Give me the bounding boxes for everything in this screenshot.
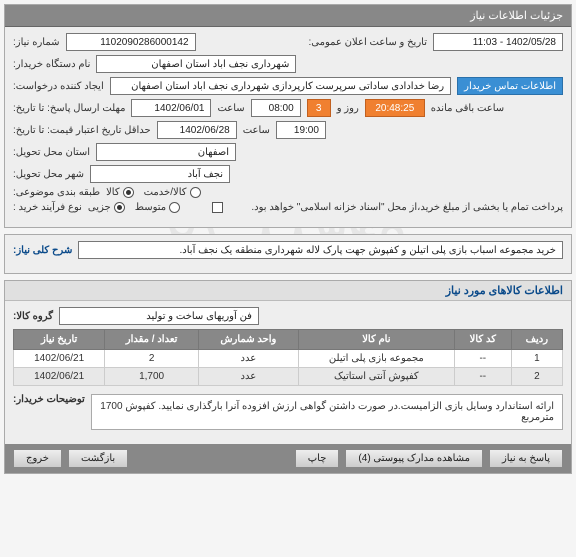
cell-qty: 1,700 (105, 368, 199, 386)
cell-date: 1402/06/21 (14, 350, 105, 368)
reqno-value: 1102090286000142 (66, 33, 196, 51)
group-label: گروه کالا: (13, 311, 53, 322)
cell-name: کفپوش آنتی استاتیک (298, 368, 454, 386)
response-end-date: 1402/06/01 (131, 99, 211, 117)
pubdate-label: تاریخ و ساعت اعلان عمومی: (309, 37, 428, 48)
province-label: استان محل تحویل: (13, 147, 90, 158)
col-row: ردیف (511, 330, 562, 350)
class-kala-text: کالا (106, 187, 120, 198)
pricevalid-label: حداقل تاریخ اعتبار قیمت: تا تاریخ: (13, 125, 151, 136)
summary-panel: شرح کلی نیاز: خرید مجموعه اسباب بازی پلی… (4, 234, 572, 274)
response-end-hour: 08:00 (251, 99, 301, 117)
city-label: شهر محل تحویل: (13, 169, 84, 180)
cell-code: -- (454, 350, 511, 368)
pricevalid-hour: 19:00 (276, 121, 326, 139)
cell-code: -- (454, 368, 511, 386)
creator-label: ایجاد کننده درخواست: (13, 81, 104, 92)
hour-label-1: ساعت (217, 103, 244, 114)
province-value: اصفهان (96, 143, 236, 161)
cell-name: مجموعه بازی پلی اتیلن (298, 350, 454, 368)
creator-value: رضا خدادادی ساداتی سرپرست کارپردازی شهرد… (110, 77, 451, 95)
items-panel: اطلاعات کالاهای مورد نیاز گروه کالا: فن … (4, 280, 572, 474)
summary-label: شرح کلی نیاز: (13, 245, 72, 256)
exit-button[interactable]: خروج (13, 449, 62, 468)
process-motavaset-radio[interactable]: متوسط (135, 202, 180, 213)
buyerdesc-value: ارائه استاندارد وسایل بازی الزامیست.در ص… (91, 394, 563, 430)
countdown-days: 3 (307, 99, 331, 117)
process-label: نوع فرآیند خرید : (13, 202, 82, 213)
col-code: کد کالا (454, 330, 511, 350)
footer-bar: پاسخ به نیاز مشاهده مدارک پیوستی (4) چاپ… (5, 444, 571, 473)
cell-unit: عدد (198, 368, 298, 386)
col-unit: واحد شمارش (198, 330, 298, 350)
panel-title: جزئیات اطلاعات نیاز (5, 5, 571, 27)
remain-label: ساعت باقی مانده (431, 103, 504, 114)
class-khedmat-text: کالا/خدمت (144, 187, 187, 198)
contact-button[interactable]: اطلاعات تماس خریدار (457, 77, 563, 95)
class-khedmat-radio[interactable]: کالا/خدمت (144, 187, 201, 198)
buyerdesc-label: توضیحات خریدار: (13, 394, 85, 405)
table-row[interactable]: 1--مجموعه بازی پلی اتیلنعدد21402/06/21 (14, 350, 563, 368)
cell-qty: 2 (105, 350, 199, 368)
reqno-label: شماره نیاز: (13, 37, 60, 48)
partial-pay-checkbox[interactable] (212, 202, 223, 213)
pubdate-value: 1402/05/28 - 11:03 (433, 33, 563, 51)
respond-button[interactable]: پاسخ به نیاز (489, 449, 563, 468)
col-qty: تعداد / مقدار (105, 330, 199, 350)
cell-unit: عدد (198, 350, 298, 368)
cell-idx: 1 (511, 350, 562, 368)
process-jozi-radio[interactable]: جزیی (88, 202, 125, 213)
col-name: نام کالا (298, 330, 454, 350)
cell-idx: 2 (511, 368, 562, 386)
class-kala-radio[interactable]: کالا (106, 187, 134, 198)
buyer-value: شهرداری نجف اباد استان اصفهان (96, 55, 296, 73)
pricevalid-date: 1402/06/28 (157, 121, 237, 139)
process-motavaset-text: متوسط (135, 202, 166, 213)
countdown-time: 20:48:25 (365, 99, 425, 117)
process-jozi-text: جزیی (88, 202, 111, 213)
items-header: اطلاعات کالاهای مورد نیاز (5, 281, 571, 301)
summary-value: خرید مجموعه اسباب بازی پلی اتیلن و کفپوش… (78, 241, 563, 259)
city-value: نجف آباد (90, 165, 230, 183)
hour-label-2: ساعت (243, 125, 270, 136)
table-row[interactable]: 2--کفپوش آنتی استاتیکعدد1,7001402/06/21 (14, 368, 563, 386)
response-end-label: مهلت ارسال پاسخ: تا تاریخ: (13, 103, 125, 114)
partial-pay-note: پرداخت تمام یا بخشی از مبلغ خرید،از محل … (229, 202, 563, 213)
days-suffix: روز و (337, 103, 359, 114)
details-panel: جزئیات اطلاعات نیاز شماره نیاز: 11020902… (4, 4, 572, 228)
print-button[interactable]: چاپ (295, 449, 340, 468)
cell-date: 1402/06/21 (14, 368, 105, 386)
back-button[interactable]: بازگشت (68, 449, 128, 468)
attachments-button[interactable]: مشاهده مدارک پیوستی (4) (345, 449, 483, 468)
col-date: تاریخ نیاز (14, 330, 105, 350)
class-label: طبقه بندی موضوعی: (13, 187, 100, 198)
buyer-label: نام دستگاه خریدار: (13, 59, 90, 70)
group-value: فن آوریهای ساخت و تولید (59, 307, 259, 325)
items-table: ردیف کد کالا نام کالا واحد شمارش تعداد /… (13, 329, 563, 386)
